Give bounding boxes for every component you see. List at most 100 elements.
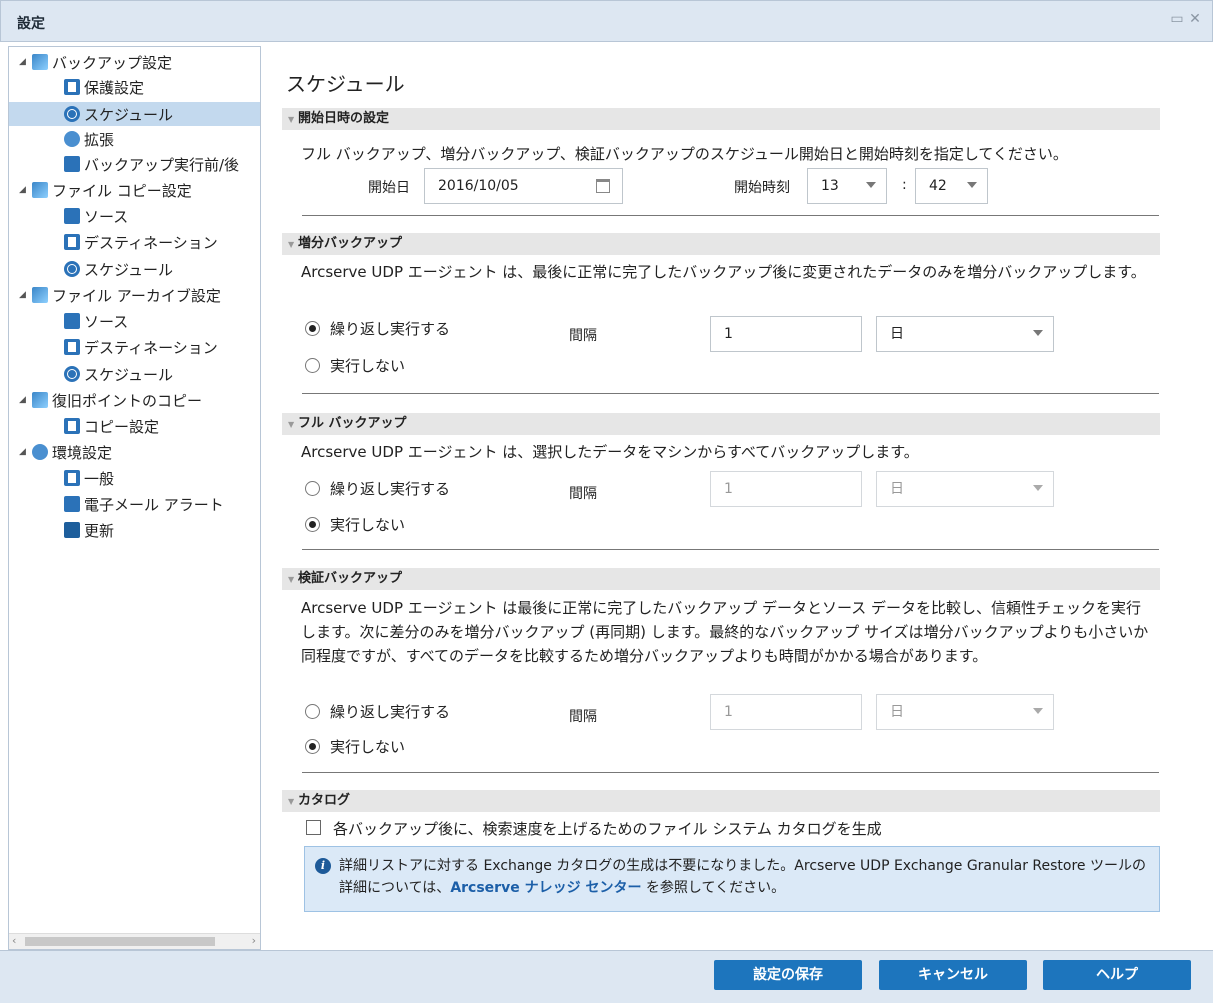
full-interval-input[interactable]: 1 [710, 471, 862, 507]
start-date-field[interactable]: 2016/10/05 [424, 168, 623, 204]
tree-item-preferences[interactable]: ◢ 環境設定 [19, 440, 260, 464]
save-button[interactable]: 設定の保存 [714, 960, 862, 990]
catalog-checkbox[interactable] [306, 820, 321, 835]
tree-item-updates[interactable]: 更新 [64, 518, 260, 542]
tree-item-protection[interactable]: 保護設定 [64, 75, 260, 99]
collapse-triangle-icon[interactable]: ▼ [288, 234, 298, 256]
tree-item-label: デスティネーション [84, 233, 218, 252]
radio-label: 実行しない [330, 738, 406, 756]
radio-unselected[interactable] [305, 481, 320, 496]
start-date-label: 開始日 [368, 180, 410, 196]
radio-selected[interactable] [305, 517, 320, 532]
expanded-triangle-icon[interactable]: ◢ [19, 57, 29, 67]
section-header-full[interactable]: ▼ フル バックアップ [282, 413, 1160, 435]
expanded-triangle-icon[interactable]: ◢ [19, 185, 29, 195]
tree-item-email-alerts[interactable]: 電子メール アラート [64, 492, 260, 516]
tree-item-label: スケジュール [84, 260, 173, 279]
cancel-button[interactable]: キャンセル [879, 960, 1027, 990]
tree-item-advanced[interactable]: 拡張 [64, 127, 260, 151]
tree-item-label: バックアップ設定 [52, 53, 173, 72]
verify-unit-select[interactable]: 日 [876, 694, 1054, 730]
section-header-catalog[interactable]: ▼ カタログ [282, 790, 1160, 812]
info-text-end: を参照してください。 [641, 880, 786, 896]
gear-icon [64, 131, 80, 147]
incremental-interval-input[interactable]: 1 [710, 316, 862, 352]
divider [302, 215, 1159, 216]
verify-never-radio[interactable]: 実行しない [305, 736, 405, 757]
horizontal-scrollbar[interactable]: ‹ › [9, 933, 260, 949]
radio-selected[interactable] [305, 321, 320, 336]
radio-unselected[interactable] [305, 358, 320, 373]
radio-label: 繰り返し実行する [330, 320, 451, 338]
interval-value: 1 [724, 704, 733, 720]
maximize-icon[interactable]: ▭ [1169, 11, 1185, 27]
general-icon [64, 470, 80, 486]
incremental-repeat-radio[interactable]: 繰り返し実行する [305, 318, 450, 339]
tree-item-file-copy[interactable]: ◢ ファイル コピー設定 [19, 178, 260, 202]
unit-value: 日 [890, 326, 904, 342]
scroll-left-icon[interactable]: ‹ [12, 934, 16, 947]
tree-item-archive-source[interactable]: ソース [64, 309, 260, 333]
collapse-triangle-icon[interactable]: ▼ [288, 109, 298, 131]
scrollbar-thumb[interactable] [25, 937, 215, 946]
tree-icon [64, 208, 80, 224]
tree-item-file-archive[interactable]: ◢ ファイル アーカイブ設定 [19, 283, 260, 307]
clock-icon [64, 106, 80, 122]
schedule-panel: スケジュール ▼ 開始日時の設定 フル バックアップ、増分バックアップ、検証バック… [262, 46, 1208, 950]
verify-description: Arcserve UDP エージェント は最後に正常に完了したバックアップ デー… [301, 599, 1149, 665]
tree-item-general[interactable]: 一般 [64, 466, 260, 490]
divider [302, 772, 1159, 773]
tree-item-recovery-point-copy[interactable]: ◢ 復旧ポイントのコピー [19, 388, 260, 412]
tree-item-label: スケジュール [84, 105, 173, 124]
incremental-unit-select[interactable]: 日 [876, 316, 1054, 352]
interval-value: 1 [724, 326, 733, 342]
full-repeat-radio[interactable]: 繰り返し実行する [305, 478, 450, 499]
radio-selected[interactable] [305, 739, 320, 754]
start-date-value: 2016/10/05 [438, 178, 519, 194]
tree-item-archive-schedule[interactable]: スケジュール [64, 362, 260, 386]
knowledge-center-link[interactable]: Arcserve ナレッジ センター [450, 880, 641, 896]
close-icon[interactable]: ✕ [1187, 11, 1203, 27]
collapse-triangle-icon[interactable]: ▼ [288, 414, 298, 436]
tree-item-backup-settings[interactable]: ◢ バックアップ設定 [19, 50, 260, 74]
verify-interval-input[interactable]: 1 [710, 694, 862, 730]
catalog-checkbox-label: 各バックアップ後に、検索速度を上げるためのファイル システム カタログを生成 [333, 820, 882, 838]
tree-item-pre-post[interactable]: バックアップ実行前/後 [64, 152, 260, 176]
expanded-triangle-icon[interactable]: ◢ [19, 290, 29, 300]
calendar-icon[interactable] [596, 179, 610, 193]
full-never-radio[interactable]: 実行しない [305, 514, 405, 535]
tree-item-copy-source[interactable]: ソース [64, 204, 260, 228]
divider [302, 393, 1159, 394]
verify-repeat-radio[interactable]: 繰り返し実行する [305, 701, 450, 722]
tree-item-label: 拡張 [84, 130, 115, 149]
section-header-incremental[interactable]: ▼ 増分バックアップ [282, 233, 1160, 255]
tree-item-schedule-selected[interactable]: スケジュール [9, 102, 260, 126]
section-header-verify[interactable]: ▼ 検証バックアップ [282, 568, 1160, 590]
full-unit-select[interactable]: 日 [876, 471, 1054, 507]
tree-item-archive-destination[interactable]: デスティネーション [64, 335, 260, 359]
radio-label: 実行しない [330, 357, 406, 375]
expanded-triangle-icon[interactable]: ◢ [19, 447, 29, 457]
incremental-never-radio[interactable]: 実行しない [305, 355, 405, 376]
tree-item-label: デスティネーション [84, 338, 218, 357]
chevron-down-icon [1033, 330, 1043, 336]
expanded-triangle-icon[interactable]: ◢ [19, 395, 29, 405]
backup-category-icon [32, 54, 48, 70]
start-hour-select[interactable]: 13 [807, 168, 887, 204]
collapse-triangle-icon[interactable]: ▼ [288, 791, 298, 813]
tree-item-label: ファイル コピー設定 [52, 181, 192, 200]
collapse-triangle-icon[interactable]: ▼ [288, 569, 298, 591]
incremental-description: Arcserve UDP エージェント は、最後に正常に完了したバックアップ後に… [301, 263, 1146, 281]
tree-item-copy-destination[interactable]: デスティネーション [64, 230, 260, 254]
help-button[interactable]: ヘルプ [1043, 960, 1191, 990]
clock-icon [64, 261, 80, 277]
tree-item-copy-settings[interactable]: コピー設定 [64, 414, 260, 438]
start-minute-select[interactable]: 42 [915, 168, 988, 204]
radio-unselected[interactable] [305, 704, 320, 719]
tree-item-label: 一般 [84, 469, 115, 488]
scroll-right-icon[interactable]: › [252, 934, 256, 947]
clock-icon [64, 366, 80, 382]
divider [302, 549, 1159, 550]
section-header-start[interactable]: ▼ 開始日時の設定 [282, 108, 1160, 130]
tree-item-copy-schedule[interactable]: スケジュール [64, 257, 260, 281]
